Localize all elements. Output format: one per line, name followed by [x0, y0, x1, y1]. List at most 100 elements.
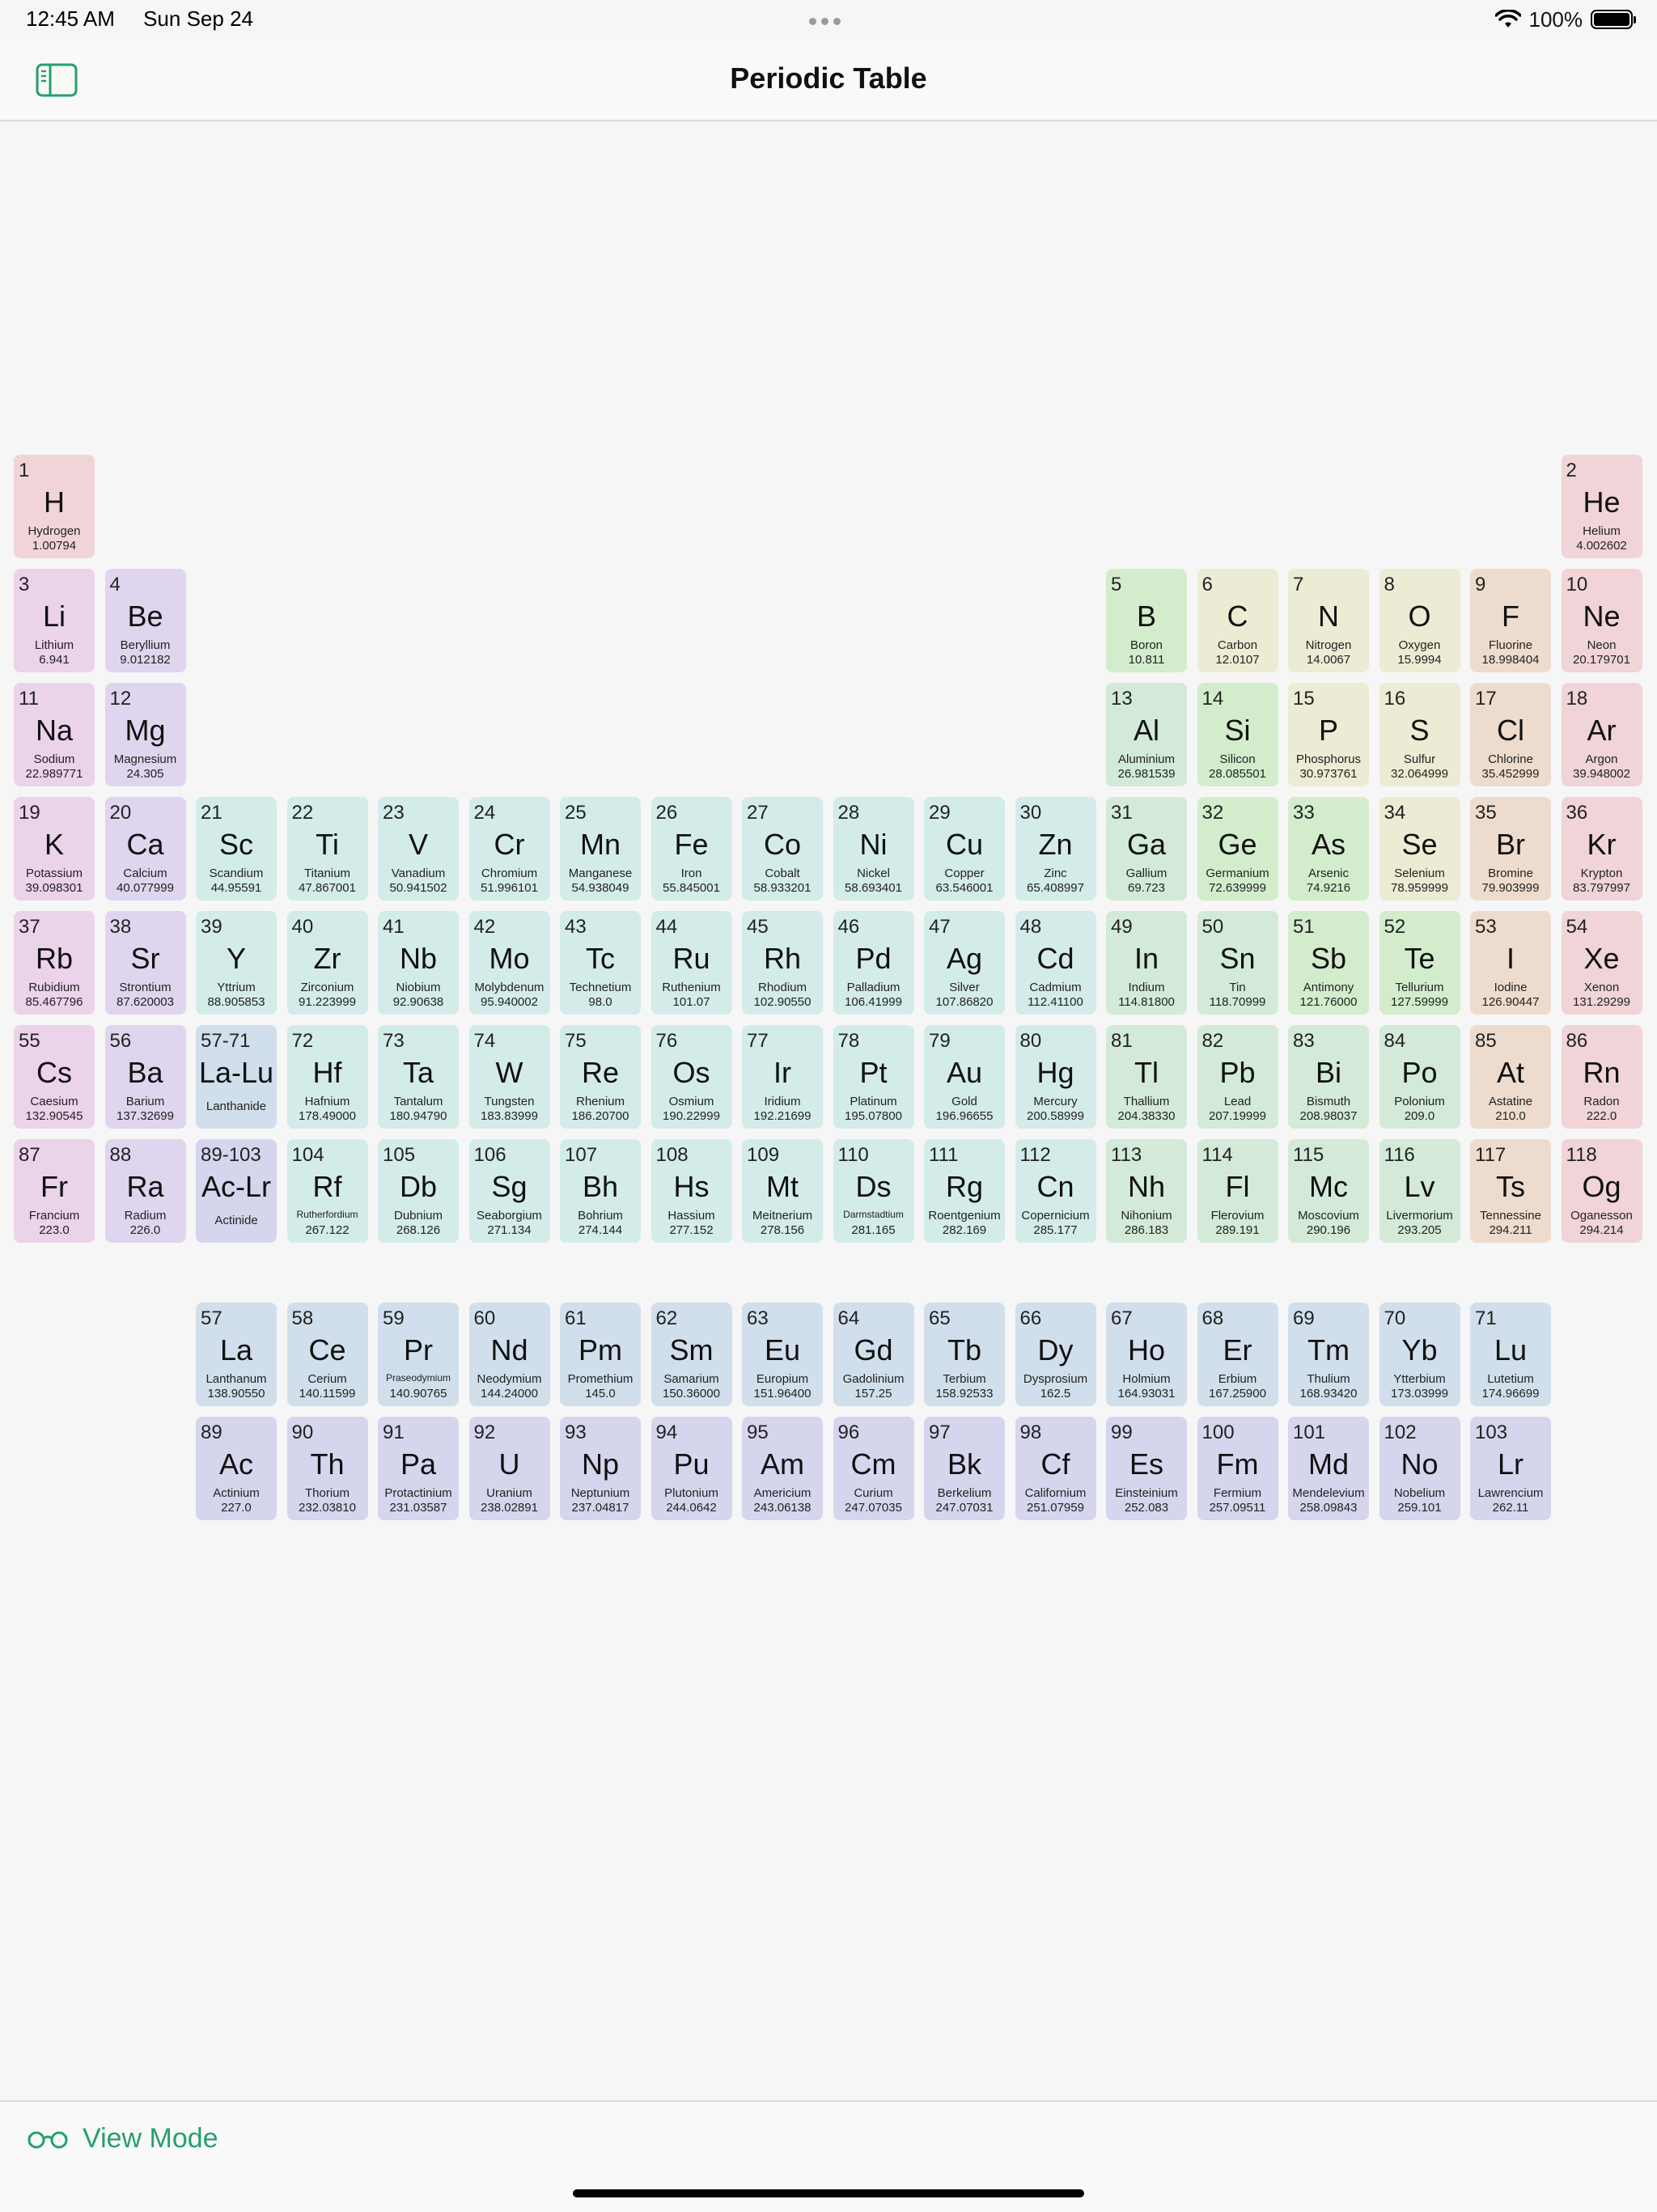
- element-cell-rh[interactable]: 45 Rh Rhodium 102.90550: [742, 911, 823, 1015]
- element-cell-kr[interactable]: 36 Kr Krypton 83.797997: [1561, 797, 1642, 900]
- element-cell-bi[interactable]: 83 Bi Bismuth 208.98037: [1288, 1025, 1369, 1129]
- element-cell-sm[interactable]: 62 Sm Samarium 150.36000: [651, 1303, 732, 1406]
- element-cell-mg[interactable]: 12 Mg Magnesium 24.305: [104, 683, 186, 786]
- element-cell-tl[interactable]: 81 Tl Thallium 204.38330: [1106, 1025, 1187, 1129]
- element-cell-cu[interactable]: 29 Cu Copper 63.546001: [924, 797, 1005, 900]
- element-cell-pm[interactable]: 61 Pm Promethium 145.0: [560, 1303, 641, 1406]
- element-cell-be[interactable]: 4 Be Beryllium 9.012182: [104, 569, 186, 672]
- element-cell-fr[interactable]: 87 Fr Francium 223.0: [14, 1139, 95, 1243]
- element-cell-sc[interactable]: 21 Sc Scandium 44.95591: [196, 797, 277, 900]
- element-cell-w[interactable]: 74 W Tungsten 183.83999: [468, 1025, 550, 1129]
- element-cell-v[interactable]: 23 V Vanadium 50.941502: [378, 797, 459, 900]
- element-cell-os[interactable]: 76 Os Osmium 190.22999: [651, 1025, 732, 1129]
- element-cell-n[interactable]: 7 N Nitrogen 14.0067: [1288, 569, 1369, 672]
- element-cell-ac-lr[interactable]: 89-103 Ac-Lr Actinide: [196, 1139, 277, 1243]
- element-cell-eu[interactable]: 63 Eu Europium 151.96400: [742, 1303, 823, 1406]
- element-cell-cd[interactable]: 48 Cd Cadmium 112.41100: [1015, 911, 1096, 1015]
- element-cell-lr[interactable]: 103 Lr Lawrencium 262.11: [1470, 1417, 1551, 1520]
- element-cell-pd[interactable]: 46 Pd Palladium 106.41999: [833, 911, 914, 1015]
- element-cell-ne[interactable]: 10 Ne Neon 20.179701: [1561, 569, 1642, 672]
- element-cell-ba[interactable]: 56 Ba Barium 137.32699: [104, 1025, 186, 1129]
- element-cell-sn[interactable]: 50 Sn Tin 118.70999: [1197, 911, 1278, 1015]
- multitasking-dots-icon[interactable]: [809, 15, 848, 25]
- element-cell-mn[interactable]: 25 Mn Manganese 54.938049: [560, 797, 641, 900]
- element-cell-i[interactable]: 53 I Iodine 126.90447: [1470, 911, 1551, 1015]
- element-cell-am[interactable]: 95 Am Americium 243.06138: [742, 1417, 823, 1520]
- element-cell-pb[interactable]: 82 Pb Lead 207.19999: [1197, 1025, 1278, 1129]
- element-cell-pr[interactable]: 59 Pr Praseodymium 140.90765: [378, 1303, 459, 1406]
- element-cell-pa[interactable]: 91 Pa Protactinium 231.03587: [378, 1417, 459, 1520]
- element-cell-zr[interactable]: 40 Zr Zirconium 91.223999: [286, 911, 368, 1015]
- element-cell-lu[interactable]: 71 Lu Lutetium 174.96699: [1470, 1303, 1551, 1406]
- element-cell-np[interactable]: 93 Np Neptunium 237.04817: [560, 1417, 641, 1520]
- element-cell-te[interactable]: 52 Te Tellurium 127.59999: [1379, 911, 1460, 1015]
- element-cell-bh[interactable]: 107 Bh Bohrium 274.144: [560, 1139, 641, 1243]
- home-indicator[interactable]: [573, 2189, 1084, 2197]
- element-cell-sg[interactable]: 106 Sg Seaborgium 271.134: [468, 1139, 550, 1243]
- element-cell-cl[interactable]: 17 Cl Chlorine 35.452999: [1470, 683, 1551, 786]
- element-cell-au[interactable]: 79 Au Gold 196.96655: [924, 1025, 1005, 1129]
- element-cell-ge[interactable]: 32 Ge Germanium 72.639999: [1197, 797, 1278, 900]
- element-cell-og[interactable]: 118 Og Oganesson 294.214: [1561, 1139, 1642, 1243]
- element-cell-se[interactable]: 34 Se Selenium 78.959999: [1379, 797, 1460, 900]
- element-cell-pt[interactable]: 78 Pt Platinum 195.07800: [833, 1025, 914, 1129]
- element-cell-xe[interactable]: 54 Xe Xenon 131.29299: [1561, 911, 1642, 1015]
- element-cell-lv[interactable]: 116 Lv Livermorium 293.205: [1379, 1139, 1460, 1243]
- element-cell-md[interactable]: 101 Md Mendelevium 258.09843: [1288, 1417, 1369, 1520]
- element-cell-zn[interactable]: 30 Zn Zinc 65.408997: [1015, 797, 1096, 900]
- element-cell-na[interactable]: 11 Na Sodium 22.989771: [14, 683, 95, 786]
- element-cell-ho[interactable]: 67 Ho Holmium 164.93031: [1106, 1303, 1187, 1406]
- element-cell-ar[interactable]: 18 Ar Argon 39.948002: [1561, 683, 1642, 786]
- element-cell-la-lu[interactable]: 57-71 La-Lu Lanthanide: [196, 1025, 277, 1129]
- element-cell-rg[interactable]: 111 Rg Roentgenium 282.169: [924, 1139, 1005, 1243]
- element-cell-fe[interactable]: 26 Fe Iron 55.845001: [651, 797, 732, 900]
- element-cell-la[interactable]: 57 La Lanthanum 138.90550: [196, 1303, 277, 1406]
- element-cell-ag[interactable]: 47 Ag Silver 107.86820: [924, 911, 1005, 1015]
- element-cell-ru[interactable]: 44 Ru Ruthenium 101.07: [651, 911, 732, 1015]
- element-cell-bk[interactable]: 97 Bk Berkelium 247.07031: [924, 1417, 1005, 1520]
- element-cell-re[interactable]: 75 Re Rhenium 186.20700: [560, 1025, 641, 1129]
- element-cell-ta[interactable]: 73 Ta Tantalum 180.94790: [378, 1025, 459, 1129]
- element-cell-cf[interactable]: 98 Cf Californium 251.07959: [1015, 1417, 1096, 1520]
- element-cell-tc[interactable]: 43 Tc Technetium 98.0: [560, 911, 641, 1015]
- element-cell-mt[interactable]: 109 Mt Meitnerium 278.156: [742, 1139, 823, 1243]
- element-cell-k[interactable]: 19 K Potassium 39.098301: [14, 797, 95, 900]
- element-cell-co[interactable]: 27 Co Cobalt 58.933201: [742, 797, 823, 900]
- element-cell-po[interactable]: 84 Po Polonium 209.0: [1379, 1025, 1460, 1129]
- element-cell-ac[interactable]: 89 Ac Actinium 227.0: [196, 1417, 277, 1520]
- element-cell-rb[interactable]: 37 Rb Rubidium 85.467796: [14, 911, 95, 1015]
- element-cell-db[interactable]: 105 Db Dubnium 268.126: [378, 1139, 459, 1243]
- element-cell-ds[interactable]: 110 Ds Darmstadtium 281.165: [833, 1139, 914, 1243]
- element-cell-ra[interactable]: 88 Ra Radium 226.0: [104, 1139, 186, 1243]
- element-cell-es[interactable]: 99 Es Einsteinium 252.083: [1106, 1417, 1187, 1520]
- element-cell-al[interactable]: 13 Al Aluminium 26.981539: [1106, 683, 1187, 786]
- element-cell-si[interactable]: 14 Si Silicon 28.085501: [1197, 683, 1278, 786]
- element-cell-tm[interactable]: 69 Tm Thulium 168.93420: [1288, 1303, 1369, 1406]
- element-cell-er[interactable]: 68 Er Erbium 167.25900: [1197, 1303, 1278, 1406]
- element-cell-nd[interactable]: 60 Nd Neodymium 144.24000: [468, 1303, 550, 1406]
- element-cell-cs[interactable]: 55 Cs Caesium 132.90545: [14, 1025, 95, 1129]
- element-cell-b[interactable]: 5 B Boron 10.811: [1106, 569, 1187, 672]
- element-cell-sr[interactable]: 38 Sr Strontium 87.620003: [104, 911, 186, 1015]
- element-cell-th[interactable]: 90 Th Thorium 232.03810: [286, 1417, 368, 1520]
- element-cell-f[interactable]: 9 F Fluorine 18.998404: [1470, 569, 1551, 672]
- view-mode-button[interactable]: View Mode: [28, 2123, 218, 2155]
- element-cell-in[interactable]: 49 In Indium 114.81800: [1106, 911, 1187, 1015]
- element-cell-h[interactable]: 1 H Hydrogen 1.00794: [14, 455, 95, 558]
- element-cell-pu[interactable]: 94 Pu Plutonium 244.0642: [651, 1417, 732, 1520]
- element-cell-s[interactable]: 16 S Sulfur 32.064999: [1379, 683, 1460, 786]
- element-cell-cn[interactable]: 112 Cn Copernicium 285.177: [1015, 1139, 1096, 1243]
- element-cell-he[interactable]: 2 He Helium 4.002602: [1561, 455, 1642, 558]
- element-cell-yb[interactable]: 70 Yb Ytterbium 173.03999: [1379, 1303, 1460, 1406]
- element-cell-fm[interactable]: 100 Fm Fermium 257.09511: [1197, 1417, 1278, 1520]
- element-cell-hg[interactable]: 80 Hg Mercury 200.58999: [1015, 1025, 1096, 1129]
- element-cell-ir[interactable]: 77 Ir Iridium 192.21699: [742, 1025, 823, 1129]
- element-cell-ce[interactable]: 58 Ce Cerium 140.11599: [286, 1303, 368, 1406]
- element-cell-cm[interactable]: 96 Cm Curium 247.07035: [833, 1417, 914, 1520]
- element-cell-fl[interactable]: 114 Fl Flerovium 289.191: [1197, 1139, 1278, 1243]
- element-cell-y[interactable]: 39 Y Yttrium 88.905853: [196, 911, 277, 1015]
- element-cell-u[interactable]: 92 U Uranium 238.02891: [468, 1417, 550, 1520]
- element-cell-as[interactable]: 33 As Arsenic 74.9216: [1288, 797, 1369, 900]
- element-cell-p[interactable]: 15 P Phosphorus 30.973761: [1288, 683, 1369, 786]
- element-cell-rn[interactable]: 86 Rn Radon 222.0: [1561, 1025, 1642, 1129]
